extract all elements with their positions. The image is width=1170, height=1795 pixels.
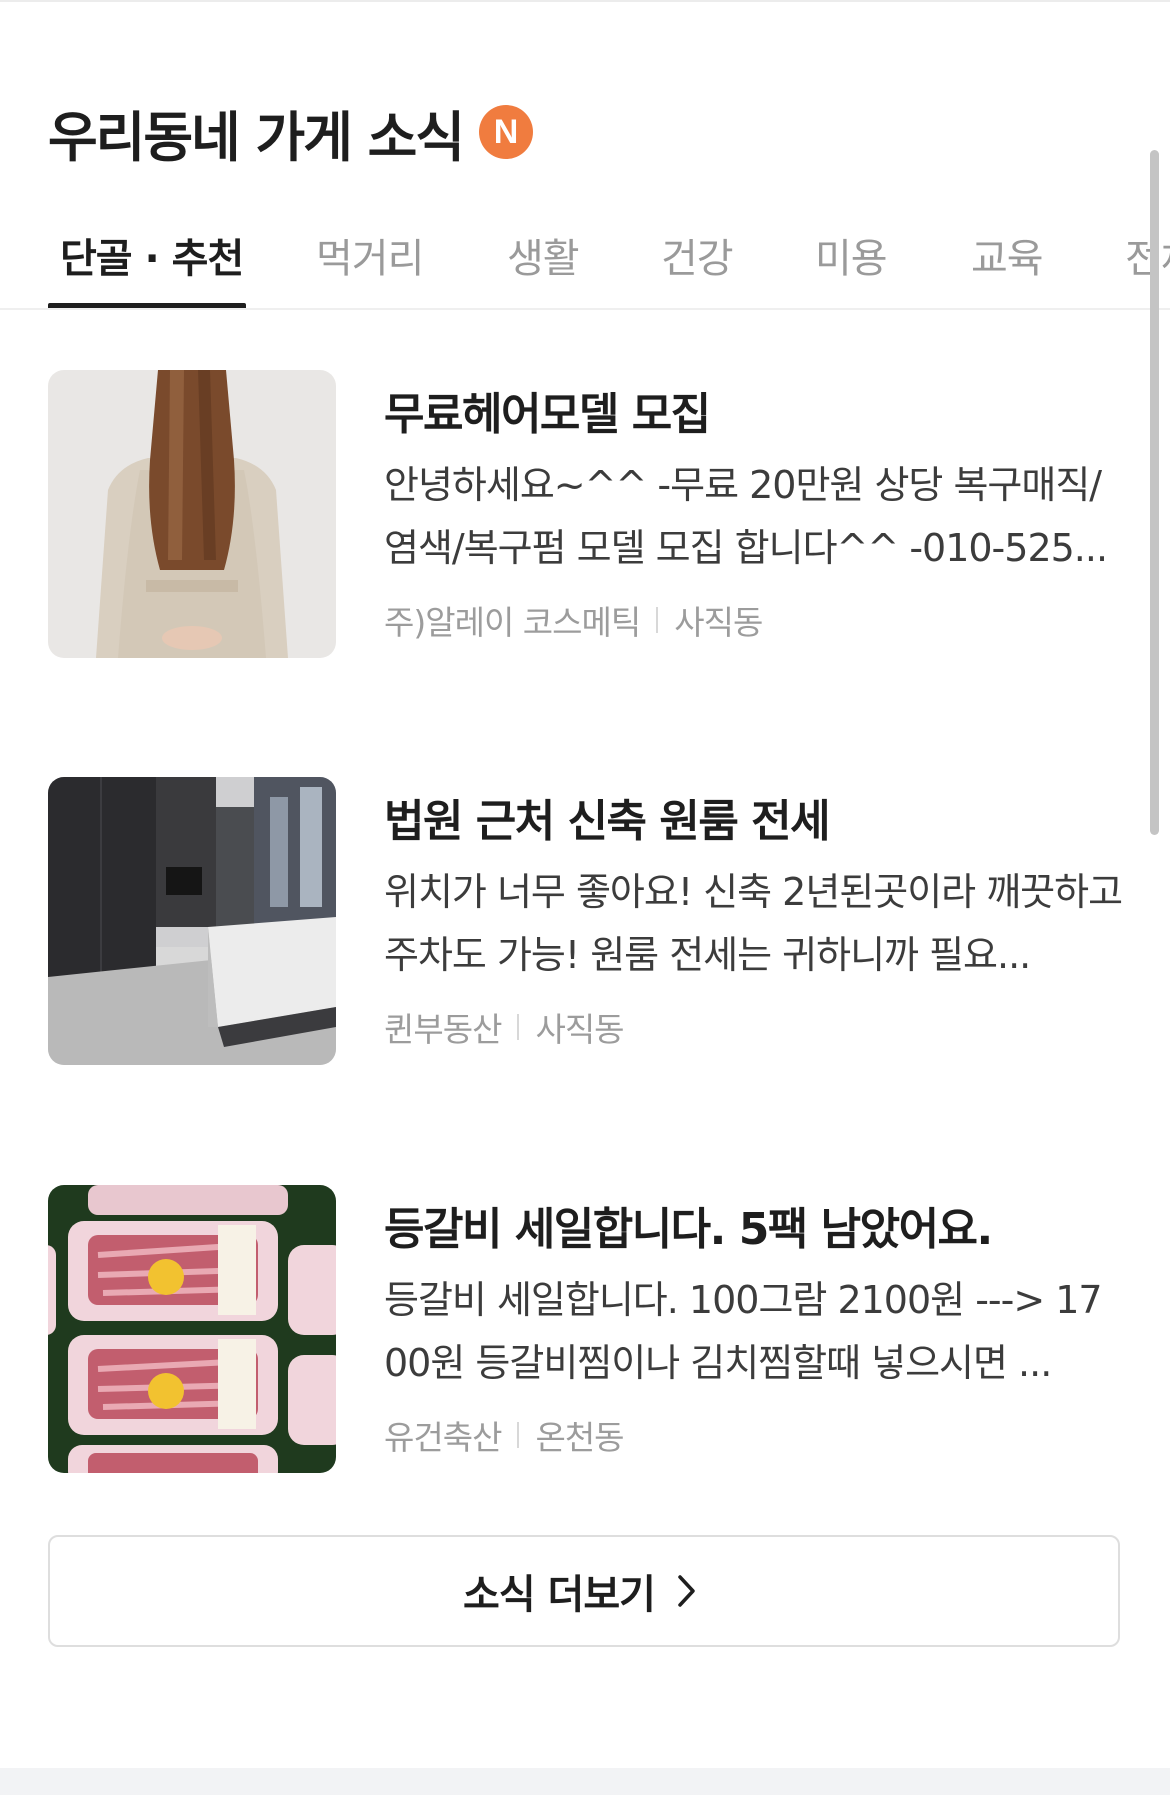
store-name: 주)알레이 코스메틱 <box>384 603 641 642</box>
post-thumbnail <box>48 777 336 1065</box>
studio-room-image <box>48 777 336 1065</box>
meta-divider <box>656 607 659 633</box>
post-thumbnail <box>48 370 336 658</box>
section-header: 우리동네 가게 소식 N <box>48 92 534 172</box>
section-divider <box>0 1768 1170 1795</box>
tab-all[interactable]: 전체 <box>1125 226 1170 284</box>
more-news-button[interactable]: 소식 더보기 <box>48 1535 1120 1647</box>
post-title: 법원 근처 신축 원룸 전세 <box>384 796 831 847</box>
tab-living[interactable]: 생활 <box>507 226 580 284</box>
store-name: 유건축산 <box>384 1418 502 1457</box>
post-thumbnail <box>48 1185 336 1473</box>
pork-ribs-image <box>48 1185 336 1473</box>
active-tab-indicator <box>48 303 246 308</box>
page-title: 우리동네 가게 소식 <box>48 105 465 169</box>
tab-food[interactable]: 먹거리 <box>316 226 424 284</box>
post-item[interactable]: 무료헤어모델 모집 안녕하세요~^^ -무료 20만원 상당 복구매직/염색/복… <box>48 370 1120 660</box>
store-area: 온천동 <box>535 1418 624 1457</box>
chevron-right-icon <box>677 1573 705 1609</box>
top-divider <box>0 0 1170 2</box>
post-item[interactable]: 등갈비 세일합니다. 5팩 남았어요. 등갈비 세일합니다. 100그람 210… <box>48 1185 1120 1475</box>
post-description: 등갈비 세일합니다. 100그람 2100원 ---> 1700원 등갈비찜이나… <box>384 1278 1103 1385</box>
tab-favorites-recommended[interactable]: 단골 · 추천 <box>60 226 244 284</box>
post-description: 안녕하세요~^^ -무료 20만원 상당 복구매직/염색/복구펌 모델 모집 합… <box>384 463 1108 570</box>
hair-model-image <box>48 370 336 658</box>
more-news-label: 소식 더보기 <box>463 1572 656 1618</box>
tab-health[interactable]: 건강 <box>661 226 734 284</box>
post-meta: 퀸부동산 사직동 <box>384 1003 625 1051</box>
meta-divider <box>517 1422 520 1448</box>
store-name: 퀸부동산 <box>384 1010 502 1049</box>
post-meta: 주)알레이 코스메틱 사직동 <box>384 596 763 644</box>
post-item[interactable]: 법원 근처 신축 원룸 전세 위치가 너무 좋아요! 신축 2년된곳이라 깨끗하… <box>48 777 1123 1067</box>
post-title: 무료헤어모델 모집 <box>384 389 711 440</box>
tab-education[interactable]: 교육 <box>971 226 1044 284</box>
tab-beauty[interactable]: 미용 <box>815 226 888 284</box>
store-area: 사직동 <box>674 603 763 642</box>
post-meta: 유건축산 온천동 <box>384 1411 625 1459</box>
scrollbar[interactable] <box>1150 150 1159 835</box>
meta-divider <box>517 1014 520 1040</box>
store-area: 사직동 <box>535 1010 624 1049</box>
post-description: 위치가 너무 좋아요! 신축 2년된곳이라 깨끗하고 주차도 가능! 원룸 전세… <box>384 870 1123 977</box>
post-title: 등갈비 세일합니다. 5팩 남았어요. <box>384 1204 993 1255</box>
category-tabs: 단골 · 추천 먹거리 생활 건강 미용 교육 전체 <box>0 210 1170 310</box>
new-badge: N <box>479 105 534 159</box>
